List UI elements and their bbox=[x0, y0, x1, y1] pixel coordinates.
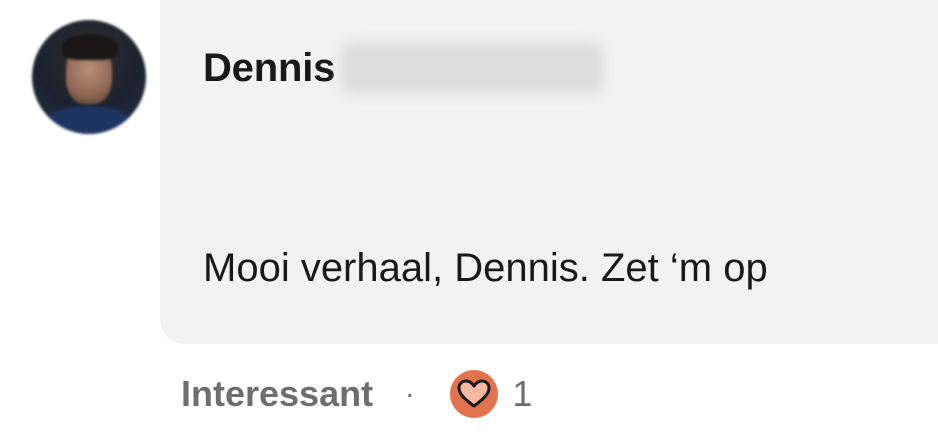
avatar-shoulders bbox=[38, 106, 140, 134]
comment: Dennis Mooi verhaal, Dennis. Zet ‘m op I… bbox=[0, 0, 938, 440]
author-last-name-blurred bbox=[341, 42, 604, 94]
heart-icon-glyph bbox=[457, 379, 491, 408]
reaction-count[interactable]: 1 bbox=[512, 373, 532, 415]
avatar-hair bbox=[62, 34, 118, 60]
avatar[interactable] bbox=[32, 20, 146, 134]
author-first-name[interactable]: Dennis bbox=[203, 46, 335, 91]
separator-dot: · bbox=[405, 378, 415, 409]
heart-icon[interactable] bbox=[450, 370, 499, 418]
author-name[interactable]: Dennis bbox=[203, 40, 604, 96]
comment-text: Mooi verhaal, Dennis. Zet ‘m op bbox=[203, 246, 768, 290]
react-button[interactable]: Interessant bbox=[181, 373, 373, 415]
comment-actions: Interessant · 1 bbox=[181, 368, 532, 420]
